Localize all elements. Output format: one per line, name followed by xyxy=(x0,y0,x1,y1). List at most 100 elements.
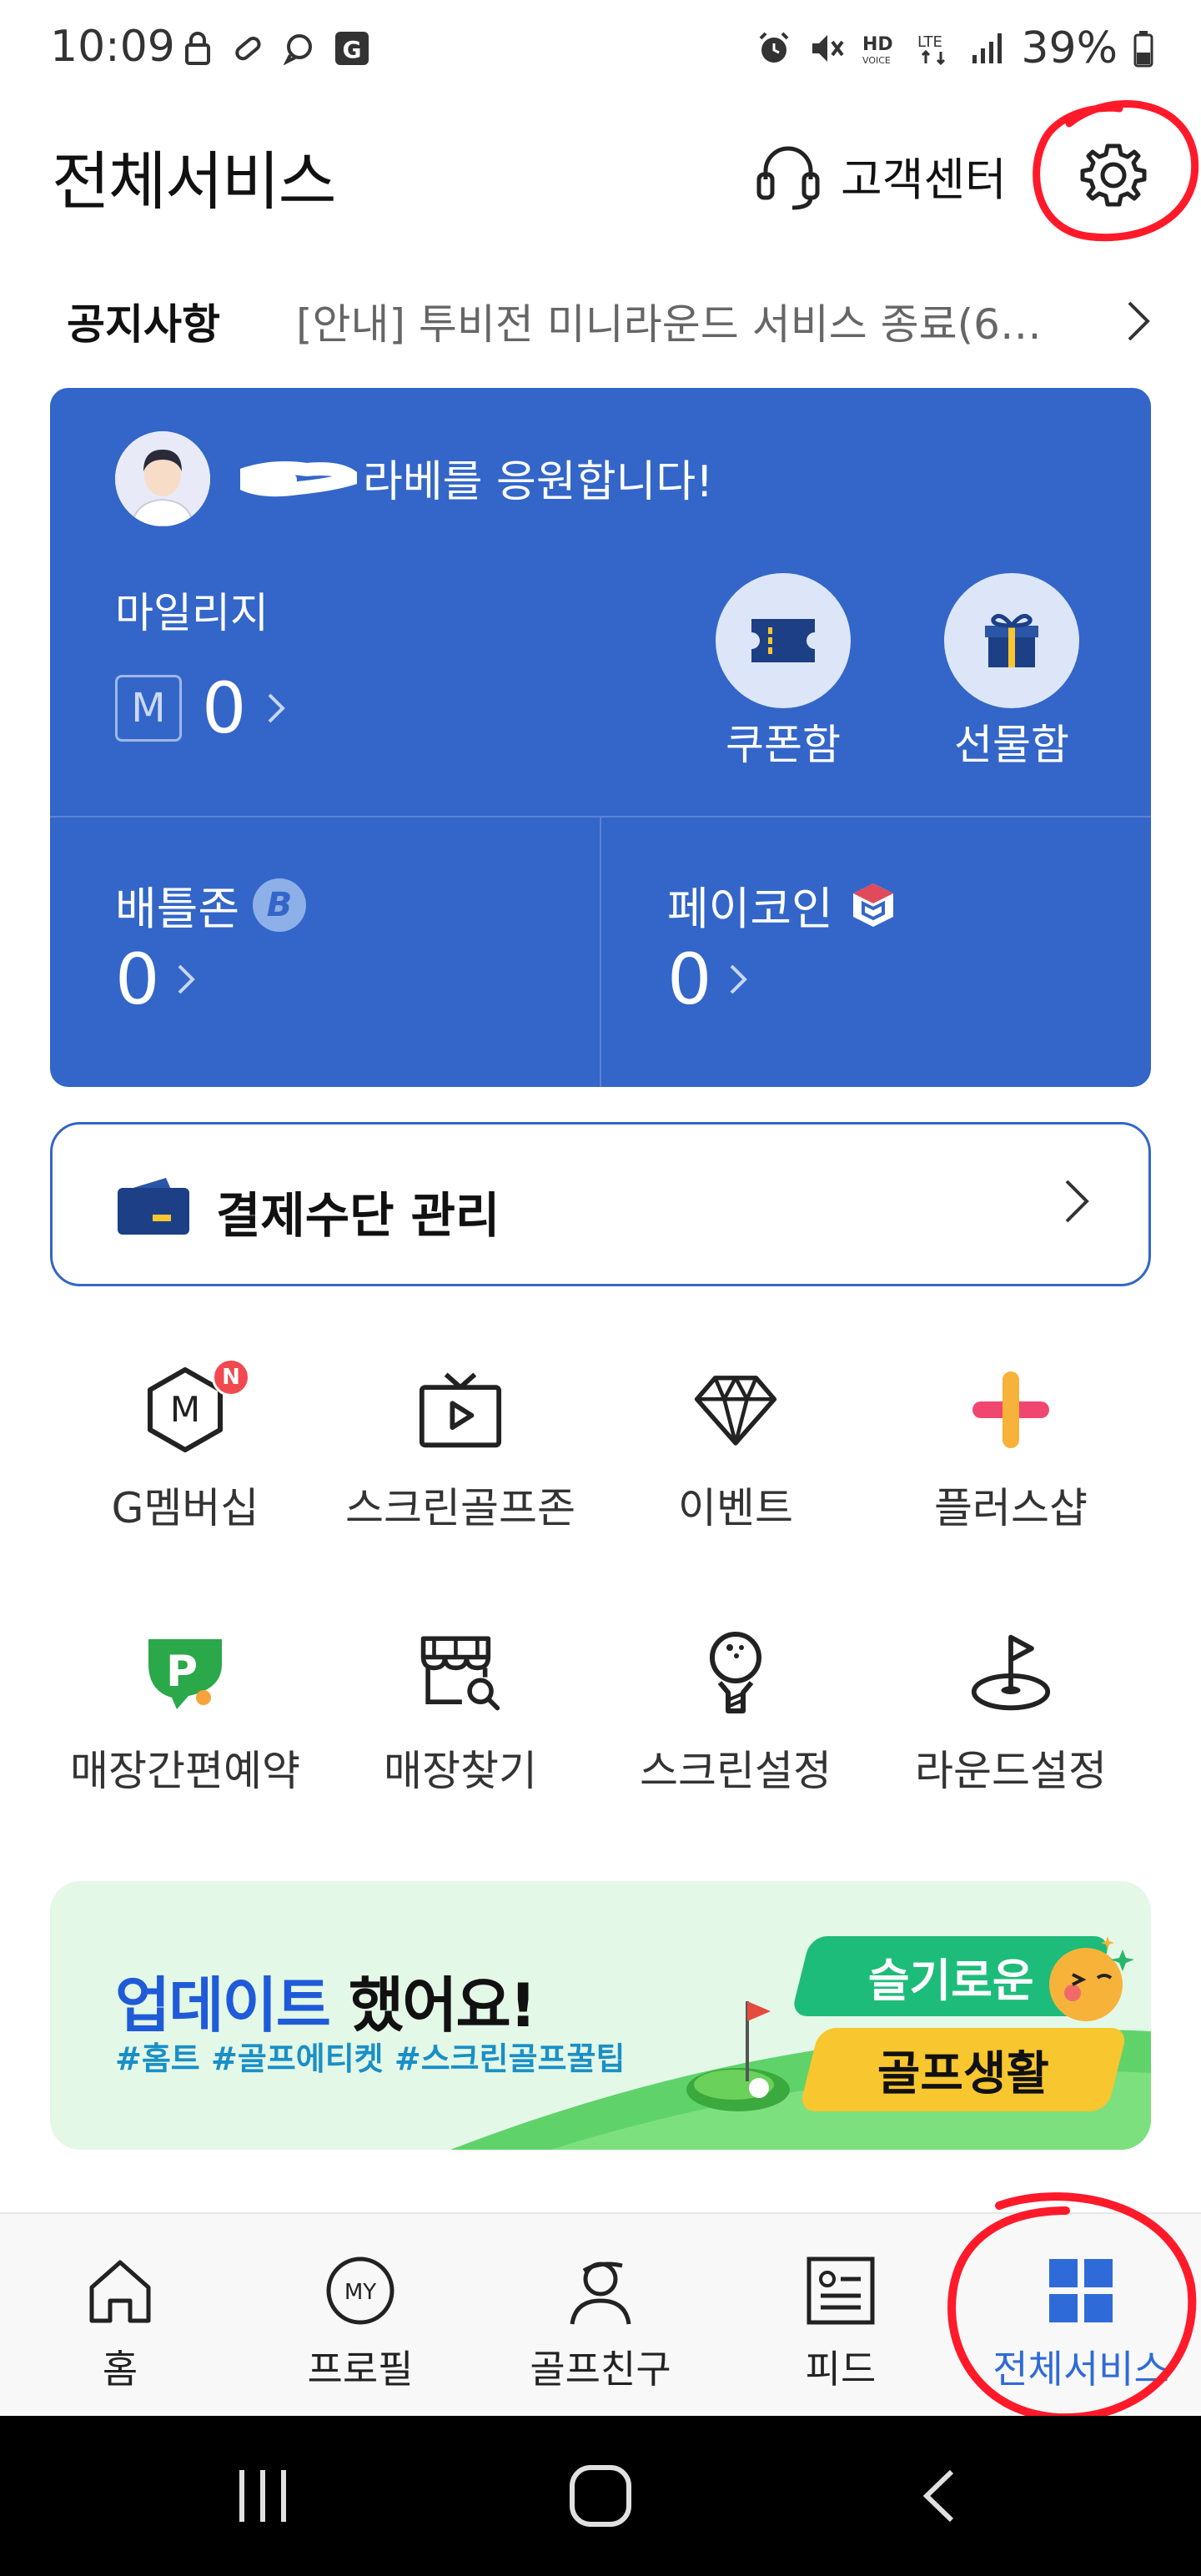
banner-pill-bottom-text: 골프생활 xyxy=(877,2046,1050,2101)
svg-text:G: G xyxy=(343,36,362,63)
svg-text:HD: HD xyxy=(862,34,893,55)
nav-item-home[interactable]: 홈 xyxy=(0,2214,240,2418)
red-circle-annotation xyxy=(1033,100,1199,242)
customer-center-label: 고객센터 xyxy=(841,153,1007,206)
battlezone-b-icon: B xyxy=(253,878,307,932)
new-badge: N xyxy=(212,1358,250,1396)
menu-label: 매장간편예약 xyxy=(70,1747,300,1795)
battery-icon xyxy=(1133,31,1153,68)
coupon-box-button[interactable] xyxy=(716,573,851,708)
menu-label: 스크린설정 xyxy=(640,1747,832,1795)
g-app-icon: G xyxy=(335,32,369,65)
banner-hashtags: #홈트 #골프에티켓 #스크린골프꿀팁 xyxy=(115,2040,626,2077)
battlezone-header: 배틀존 B xyxy=(115,872,307,938)
home-icon xyxy=(89,2260,151,2323)
nav-label: 홈 xyxy=(102,2347,138,2392)
update-banner[interactable]: 업데이트 했어요! #홈트 #골프에티켓 #스크린골프꿀팁 슬기로운 골프생활 xyxy=(50,1881,1151,2150)
home-square-icon xyxy=(570,2465,631,2527)
notice-bar[interactable]: 공지사항 [안내] 투비전 미니라운드 서비스 종료(6… xyxy=(67,288,1151,355)
nav-label: 골프친구 xyxy=(530,2347,671,2392)
nav-item-feed[interactable]: 피드 xyxy=(721,2214,961,2418)
mileage-link[interactable]: M 0 xyxy=(115,667,286,749)
nav-label: 피드 xyxy=(805,2347,877,2392)
svg-text:MY: MY xyxy=(344,2280,376,2305)
coupon-box-label: 쿠폰함 xyxy=(726,721,841,769)
ticket-icon xyxy=(751,619,815,662)
menu-screen-golfzone[interactable]: 스크린골프존 xyxy=(327,1368,594,1535)
system-navigation-bar xyxy=(0,2416,1201,2576)
banner-pill-bottom: 골프생활 xyxy=(798,2028,1128,2111)
status-left-icons: G xyxy=(183,30,370,67)
alarm-icon xyxy=(760,32,789,63)
menu-find-store[interactable]: 매장찾기 xyxy=(327,1631,594,1798)
status-time: 10:09 xyxy=(50,22,175,72)
menu-store-booking[interactable]: P 매장간편예약 xyxy=(52,1631,319,1798)
menu-screen-settings[interactable]: 스크린설정 xyxy=(602,1631,869,1798)
menu-g-membership[interactable]: M N G멤버십 xyxy=(52,1358,319,1535)
mute-icon xyxy=(812,35,845,62)
menu-event[interactable]: 이벤트 xyxy=(602,1368,869,1535)
signal-icon xyxy=(972,33,1003,63)
menu-label: G멤버십 xyxy=(111,1484,259,1532)
chevron-right-icon xyxy=(1065,1180,1089,1223)
banner-title-part2: 했어요! xyxy=(329,1970,537,2040)
svg-text:VOICE: VOICE xyxy=(862,55,891,66)
lock-icon xyxy=(185,32,210,65)
banner-pill-top-text: 슬기로운 xyxy=(867,1954,1034,2007)
battlezone-value: 0 xyxy=(115,938,160,1020)
back-chevron-icon xyxy=(922,2469,954,2523)
menu-plus-shop[interactable]: 플러스샵 xyxy=(877,1368,1144,1535)
mileage-m-icon: M xyxy=(115,675,182,742)
gift-box-label: 선물함 xyxy=(954,721,1069,769)
golf-flag-hole-icon xyxy=(971,1634,1051,1711)
diamond-icon xyxy=(694,1376,777,1446)
profile-card: 라베를 응원합니다! 마일리지 M 0 쿠폰함 선물함 배틀존 B 0 페이코인 xyxy=(50,388,1151,1087)
paycoin-header: 페이코인 xyxy=(667,872,900,938)
recent-apps-button[interactable] xyxy=(221,2454,304,2538)
nav-item-golf-friend[interactable]: 골프친구 xyxy=(480,2214,721,2418)
red-circle-annotation xyxy=(947,2192,1197,2423)
notice-label: 공지사항 xyxy=(67,300,220,349)
smiley-icon xyxy=(1049,1936,1134,2021)
chevron-right-icon xyxy=(178,964,196,994)
lte-icon: LTE xyxy=(917,33,946,66)
battlezone-link[interactable]: 0 xyxy=(115,938,196,1020)
banner-title: 업데이트 했어요! xyxy=(115,1956,537,2044)
paycoin-label: 페이코인 xyxy=(667,883,833,935)
mileage-label: 마일리지 xyxy=(115,589,269,637)
menu-round-settings[interactable]: 라운드설정 xyxy=(877,1631,1144,1798)
mileage-value: 0 xyxy=(202,667,247,749)
back-button[interactable] xyxy=(897,2454,980,2538)
recent-apps-icon xyxy=(239,2470,286,2522)
menu-label: 플러스샵 xyxy=(934,1484,1088,1532)
golf-green-flag-icon xyxy=(686,2001,790,2111)
svg-text:M: M xyxy=(170,1389,200,1430)
golf-ball-tee-icon xyxy=(710,1632,761,1713)
payment-management-button[interactable]: 결제수단 관리 xyxy=(50,1122,1151,1286)
svg-text:P: P xyxy=(166,1647,198,1697)
hd-voice-icon: HDVOICE xyxy=(862,34,893,66)
banner-title-part1: 업데이트 xyxy=(115,1970,331,2040)
menu-label: 매장찾기 xyxy=(384,1747,537,1795)
customer-center-button[interactable]: 고객센터 xyxy=(751,133,1007,217)
feed-icon xyxy=(807,2257,875,2325)
wallet-icon xyxy=(118,1178,189,1235)
store-search-icon xyxy=(420,1636,500,1711)
paycoin-cube-icon xyxy=(852,883,893,927)
avatar[interactable] xyxy=(115,431,210,526)
page-title: 전체서비스 xyxy=(52,144,337,219)
divider xyxy=(600,816,601,1087)
menu-label: 이벤트 xyxy=(678,1484,793,1532)
tv-play-icon xyxy=(419,1372,502,1448)
status-bar: 10:09 G HD VOICE LTE 39% xyxy=(0,0,1201,100)
notice-text[interactable]: [안내] 투비전 미니라운드 서비스 종료(6… xyxy=(296,291,1097,351)
greeting-text: 라베를 응원합니다! xyxy=(363,457,714,507)
status-right-icons: HD VOICE LTE 39% xyxy=(756,23,1154,73)
avatar-illustration-icon xyxy=(115,431,210,526)
paycoin-link[interactable]: 0 xyxy=(667,938,748,1020)
home-system-button[interactable] xyxy=(559,2454,642,2538)
gift-box-button[interactable] xyxy=(944,573,1079,708)
nav-item-profile[interactable]: MY 프로필 xyxy=(240,2214,480,2418)
pill-icon xyxy=(235,36,261,61)
menu-label: 라운드설정 xyxy=(915,1747,1107,1795)
